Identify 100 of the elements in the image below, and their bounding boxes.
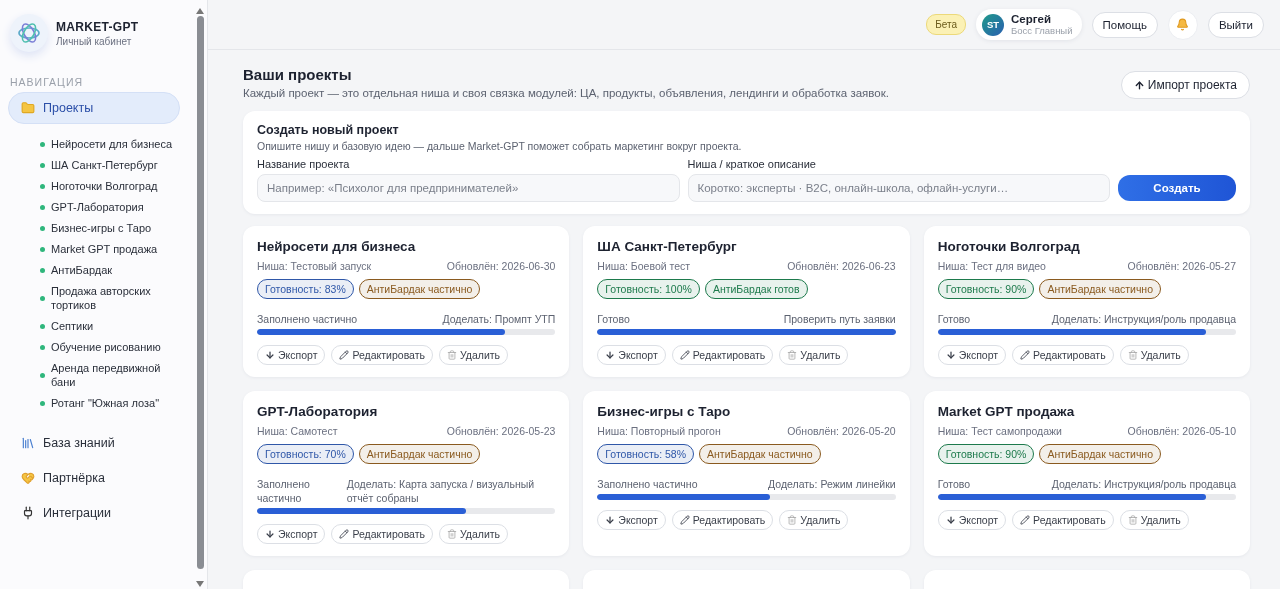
updated-date: Обновлён: 2026-05-20 <box>787 425 896 437</box>
logo-icon <box>10 14 48 52</box>
project-link[interactable]: Продажа авторских тортиков <box>40 284 195 312</box>
avatar: ST <box>982 13 1004 36</box>
user-chip[interactable]: ST Сергей Босс Главный <box>976 9 1082 40</box>
project-link[interactable]: Market GPT продажа <box>40 242 195 256</box>
project-link[interactable]: Обучение рисованию <box>40 340 195 354</box>
books-icon <box>21 436 35 450</box>
scroll-up-icon[interactable] <box>196 8 204 14</box>
project-link[interactable]: АнтиБардак <box>40 263 195 277</box>
pencil-icon <box>679 515 690 525</box>
project-link[interactable]: Септики <box>40 319 195 333</box>
updated-date: Обновлён: 2026-05-10 <box>1127 425 1236 437</box>
status-tag: АнтиБардак частично <box>358 279 481 299</box>
updated-date: Обновлён: 2026-05-23 <box>446 425 556 437</box>
card-hint: Опишите нишу и базовую идею — дальше Market-GPT поможет собрать маркетинг вокруг проекта. <box>257 140 743 152</box>
nav-item[interactable]: Интеграции <box>8 497 180 529</box>
project-name-field[interactable]: Например: «Психолог для предпринимателей» <box>257 174 680 202</box>
user-name: Сергей <box>1011 13 1052 25</box>
trash-icon <box>787 515 798 525</box>
user-role: Босс Главный <box>1011 25 1073 36</box>
delete-button[interactable]: Удалить <box>439 524 509 544</box>
arrow-down-icon <box>265 529 275 539</box>
project-niche: Ниша: Тест самопродажи <box>937 425 1062 437</box>
project-link[interactable]: GPT-Лаборатория <box>40 200 195 214</box>
delete-button[interactable]: Удалить <box>1119 345 1189 365</box>
export-button[interactable]: Экспорт <box>257 345 326 365</box>
project-niche: Ниша: Тестовый запуск <box>257 260 372 272</box>
status-tag: АнтиБардак частично <box>358 444 481 464</box>
project-link[interactable]: Нейросети для бизнеса <box>40 137 195 151</box>
status-tag: Готовность: 90% <box>937 279 1035 299</box>
export-button[interactable]: Экспорт <box>937 345 1007 365</box>
project-link[interactable]: Бизнес-игры с Таро <box>40 221 195 235</box>
project-title: ША Санкт-Петербург <box>597 239 738 254</box>
project-link[interactable]: Ноготочки Волгоград <box>40 179 195 193</box>
beta-badge: Бета <box>926 14 966 35</box>
delete-button[interactable]: Удалить <box>439 345 509 365</box>
status-tag: АнтиБардак частично <box>699 444 821 464</box>
arrow-down-icon <box>605 350 616 360</box>
export-button[interactable]: Экспорт <box>257 524 326 544</box>
brand-name: MARKET-GPT <box>56 19 139 34</box>
logout-button[interactable]: Выйти <box>1207 11 1264 38</box>
fill-status: Заполнено частично <box>597 477 698 491</box>
export-button[interactable]: Экспорт <box>597 510 666 530</box>
project-niche: Ниша: Боевой тест <box>597 260 691 272</box>
fill-status: Заполнено частично <box>257 477 311 505</box>
delete-button[interactable]: Удалить <box>1119 510 1189 530</box>
edit-button[interactable]: Редактировать <box>331 524 433 544</box>
nav-item[interactable]: База знаний <box>8 427 180 459</box>
export-button[interactable]: Экспорт <box>597 345 666 365</box>
updated-date: Обновлён: 2026-05-27 <box>1127 260 1236 272</box>
fill-status: Готово <box>597 312 630 326</box>
project-niche: Ниша: Самотест <box>257 425 338 437</box>
status-tag: Готовность: 83% <box>257 279 354 299</box>
project-link[interactable]: Ротанг "Южная лоза" <box>40 396 195 410</box>
niche-field[interactable]: Коротко: эксперты · B2C, онлайн-школа, офлайн-услуги… <box>687 174 1110 202</box>
scroll-down-icon[interactable] <box>196 581 204 587</box>
status-tag: Готовность: 58% <box>597 444 695 464</box>
heart-hands-icon <box>21 471 35 485</box>
todo-text: Доделать: Инструкция/роль продавца <box>1051 312 1236 326</box>
folder-icon <box>21 101 35 115</box>
arrow-down-icon <box>605 515 616 525</box>
project-title: Бизнес-игры с Таро <box>597 404 732 419</box>
trash-icon <box>447 529 457 539</box>
nav-item[interactable]: Партнёрка <box>8 462 180 494</box>
project-link[interactable]: Аренда передвижной бани <box>40 361 195 389</box>
brand-subtitle: Личный кабинет <box>56 35 133 47</box>
bell-icon <box>1176 18 1190 31</box>
field-label: Название проекта <box>257 158 351 170</box>
pencil-icon <box>339 529 350 539</box>
edit-button[interactable]: Редактировать <box>671 345 774 365</box>
delete-button[interactable]: Удалить <box>779 345 849 365</box>
status-tag: АнтиБардак частично <box>1039 444 1161 464</box>
edit-button[interactable]: Редактировать <box>671 510 774 530</box>
export-button[interactable]: Экспорт <box>937 510 1007 530</box>
project-title: GPT-Лаборатория <box>257 404 379 419</box>
updated-date: Обновлён: 2026-06-30 <box>446 260 556 272</box>
nav-item[interactable]: Проекты <box>8 92 180 124</box>
edit-button[interactable]: Редактировать <box>1012 345 1114 365</box>
project-link[interactable]: ША Санкт-Петербург <box>40 158 195 172</box>
fill-status: Готово <box>937 477 971 491</box>
status-tag: АнтиБардак готов <box>704 279 808 299</box>
help-button[interactable]: Помощь <box>1091 11 1158 38</box>
todo-text: Доделать: Инструкция/роль продавца <box>1051 477 1236 491</box>
edit-button[interactable]: Редактировать <box>331 345 433 365</box>
edit-button[interactable]: Редактировать <box>1012 510 1114 530</box>
status-tag: АнтиБардак частично <box>1039 279 1161 299</box>
trash-icon <box>1127 350 1138 360</box>
project-title: Market GPT продажа <box>937 404 1076 419</box>
scrollbar[interactable] <box>195 8 205 589</box>
status-tag: Готовность: 100% <box>597 279 700 299</box>
todo-text: Проверить путь заявки <box>783 312 896 326</box>
project-niche: Ниша: Тест для видео <box>937 260 1046 272</box>
arrow-down-icon <box>265 350 275 360</box>
page-subtitle: Каждый проект — это отдельная ниша и своя связка модулей: ЦА, продукты, объявления, лендинги и обработка заявок. <box>243 87 889 99</box>
delete-button[interactable]: Удалить <box>779 510 849 530</box>
import-button[interactable]: Импорт проекта <box>1120 71 1250 99</box>
create-button[interactable]: Создать <box>1118 175 1236 201</box>
fill-status: Готово <box>937 312 971 326</box>
pencil-icon <box>1020 350 1031 360</box>
